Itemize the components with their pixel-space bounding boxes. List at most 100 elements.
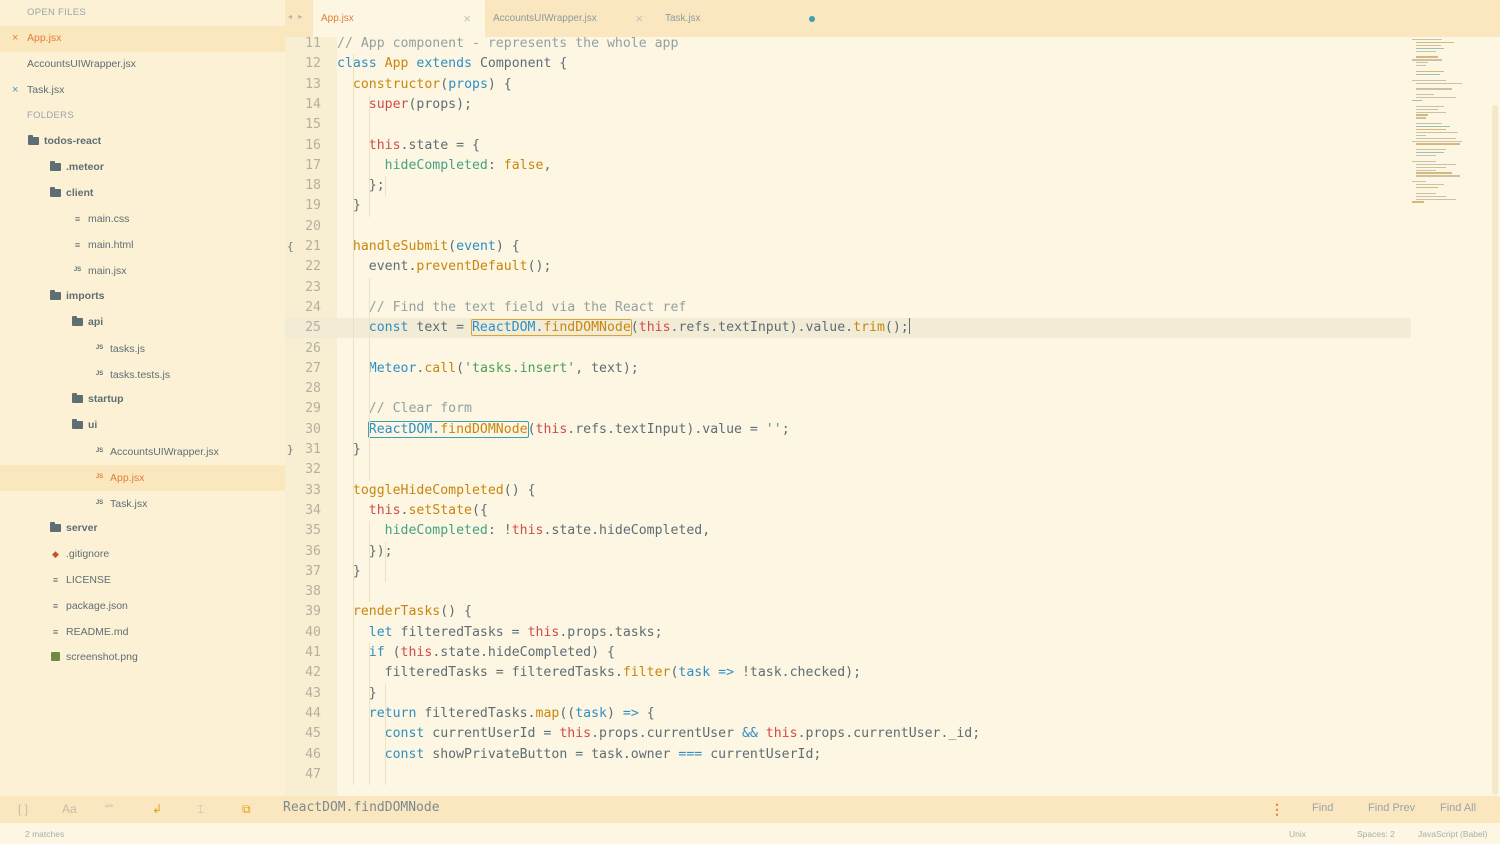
- code-text: const text = ReactDOM.findDOMNode(this.r…: [337, 318, 910, 338]
- find-all-button[interactable]: Find All: [1440, 802, 1476, 814]
- code-token: trim: [853, 320, 885, 336]
- tree-item-client[interactable]: client: [0, 181, 285, 207]
- minimap-line: [1416, 192, 1436, 194]
- folder-icon: [50, 290, 61, 301]
- highlight-matches-icon[interactable]: ⧉: [242, 802, 251, 817]
- minimap[interactable]: [1410, 37, 1490, 237]
- find-input[interactable]: ReactDOM.findDOMNode: [283, 800, 440, 815]
- tab-label: Task.jsx: [665, 13, 701, 24]
- folder-icon: [28, 135, 39, 146]
- code-line: 21{ handleSubmit(event) {: [285, 237, 1411, 257]
- code-token: false: [503, 157, 544, 173]
- tree-item-api[interactable]: api: [0, 310, 285, 336]
- code-token: handleSubmit: [352, 239, 449, 254]
- tree-item-main-css[interactable]: ≡ main.css: [0, 207, 285, 233]
- minimap-line: [1412, 181, 1426, 183]
- minimap-line: [1416, 94, 1434, 96]
- tree-item-meteor[interactable]: .meteor: [0, 155, 285, 181]
- open-file-accountsuiwrapper-jsx[interactable]: AccountsUIWrapper.jsx: [0, 52, 285, 78]
- close-icon[interactable]: ×: [12, 26, 18, 52]
- minimap-line: [1416, 149, 1446, 151]
- match-count: 2 matches: [25, 829, 65, 839]
- close-icon[interactable]: ×: [12, 78, 18, 104]
- line-number: 17: [305, 157, 321, 173]
- find-options-icon[interactable]: ⋮: [1270, 801, 1284, 818]
- regex-icon[interactable]: [ ]: [18, 802, 28, 816]
- code-line: 36 });: [285, 542, 1411, 562]
- search-match-highlight: ReactDOM.findDOMNode: [367, 420, 529, 438]
- tree-item-startup[interactable]: startup: [0, 387, 285, 413]
- code-token: filteredTasks =: [400, 624, 528, 640]
- line-number: 24: [305, 299, 321, 315]
- code-token: ) {: [487, 76, 512, 92]
- fold-marker-icon[interactable]: }: [287, 440, 294, 460]
- code-token: let: [368, 624, 401, 640]
- tree-item-imports[interactable]: imports: [0, 284, 285, 310]
- code-token: showPrivateButton = task.owner: [432, 746, 679, 762]
- line-number: 13: [305, 76, 321, 92]
- indent-guide: [385, 176, 386, 197]
- tree-item-package-json[interactable]: ≡ package.json: [0, 594, 285, 620]
- code-editor[interactable]: 11 // App component - represents the whol…: [285, 37, 1500, 796]
- tree-item-task-jsx[interactable]: JS Task.jsx: [0, 491, 285, 517]
- folder-icon: [72, 315, 83, 326]
- tree-item-label: LICENSE: [66, 573, 111, 586]
- code-token: ();: [884, 320, 909, 336]
- vertical-scrollbar[interactable]: [1492, 105, 1498, 795]
- line-number: 18: [305, 178, 321, 194]
- close-icon[interactable]: ×: [635, 0, 643, 37]
- tree-item-tasks-tests-js[interactable]: JS tasks.tests.js: [0, 362, 285, 388]
- code-token: event.: [337, 259, 417, 275]
- minimap-line: [1416, 175, 1460, 177]
- in-selection-icon[interactable]: ⌶: [197, 802, 204, 817]
- open-file-app-jsx[interactable]: × App.jsx: [0, 26, 285, 52]
- tree-item-server[interactable]: server: [0, 516, 285, 542]
- find-button[interactable]: Find: [1312, 802, 1333, 814]
- syntax-mode[interactable]: JavaScript (Babel): [1418, 829, 1487, 839]
- tree-item-ui[interactable]: ui: [0, 413, 285, 439]
- tree-item-readme-md[interactable]: ≡ README.md: [0, 620, 285, 646]
- tree-item-label: App.jsx: [110, 471, 145, 484]
- line-number: 46: [305, 746, 321, 762]
- file-icon: ≡: [52, 600, 59, 611]
- open-file-task-jsx[interactable]: × Task.jsx: [0, 78, 285, 104]
- minimap-line: [1416, 44, 1441, 47]
- tree-item-app-jsx[interactable]: JS App.jsx: [0, 464, 285, 491]
- fold-marker-icon[interactable]: {: [287, 237, 294, 257]
- find-prev-button[interactable]: Find Prev: [1368, 802, 1415, 814]
- close-icon[interactable]: ×: [463, 0, 471, 37]
- tree-item-screenshot-png[interactable]: screenshot.png: [0, 645, 285, 671]
- tab-app-jsx[interactable]: App.jsx ×: [313, 0, 485, 37]
- indentation[interactable]: Spaces: 2: [1357, 829, 1395, 839]
- indent-guide: [369, 521, 370, 603]
- minimap-line: [1416, 198, 1456, 200]
- tree-item-main-jsx[interactable]: JS main.jsx: [0, 258, 285, 284]
- minimap-line: [1416, 134, 1426, 136]
- case-sensitive-icon[interactable]: Aa: [62, 802, 77, 816]
- code-text: constructor(props) {: [337, 75, 512, 95]
- modified-dot-icon[interactable]: [809, 16, 815, 22]
- code-token: currentUserId;: [702, 746, 822, 762]
- tree-item-main-html[interactable]: ≡ main.html: [0, 233, 285, 259]
- line-number: 45: [305, 726, 321, 742]
- code-token: .refs.textInput).value.: [670, 320, 854, 336]
- code-token: filteredTasks.: [424, 705, 536, 721]
- tab-accountsuiwrapper-jsx[interactable]: AccountsUIWrapper.jsx ×: [485, 0, 657, 37]
- status-bar: 2 matches Unix Spaces: 2 JavaScript (Bab…: [0, 823, 1500, 844]
- code-line: 20: [285, 217, 1411, 237]
- tree-item-label: Task.jsx: [110, 497, 148, 510]
- tree-item-gitignore[interactable]: ◆ .gitignore: [0, 542, 285, 568]
- line-endings[interactable]: Unix: [1289, 829, 1306, 839]
- tab-task-jsx[interactable]: Task.jsx: [657, 0, 829, 37]
- tree-item-tasks-js[interactable]: JS tasks.js: [0, 336, 285, 362]
- tree-item-todos-react[interactable]: todos-react: [0, 129, 285, 155]
- tab-nav-arrows-icon[interactable]: ◂ ▸: [288, 12, 304, 21]
- tree-item-accountsuiwrapper-jsx[interactable]: JS AccountsUIWrapper.jsx: [0, 439, 285, 465]
- code-token: =>: [718, 665, 735, 681]
- open-files-header: OPEN FILES: [27, 7, 86, 18]
- whole-word-icon[interactable]: “”: [105, 802, 113, 816]
- wrap-icon[interactable]: ↲: [152, 802, 162, 816]
- tree-item-license[interactable]: ≡ LICENSE: [0, 568, 285, 594]
